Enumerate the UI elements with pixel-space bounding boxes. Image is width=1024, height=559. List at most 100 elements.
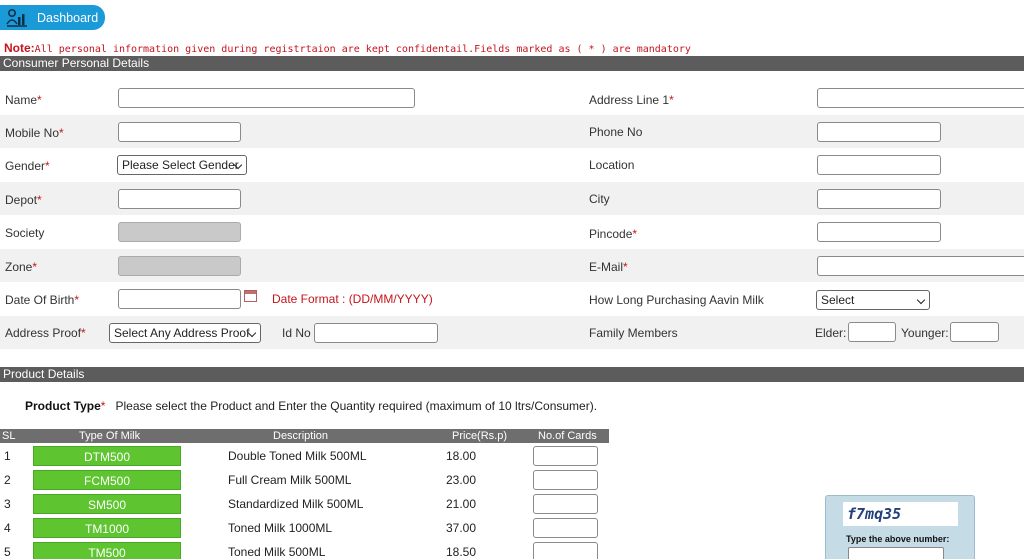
table-row: 1 DTM500 Double Toned Milk 500ML 18.00: [0, 444, 609, 468]
row-sl: 4: [4, 521, 11, 535]
dashboard-label: Dashboard: [37, 10, 99, 25]
product-description: Toned Milk 500ML: [228, 545, 326, 559]
product-price: 18.50: [446, 545, 477, 559]
product-section-header: Product Details: [0, 367, 1024, 382]
phone-label: Phone No: [589, 125, 643, 139]
cards-input[interactable]: [533, 470, 598, 490]
depot-label: Depot*: [5, 193, 42, 207]
email-input[interactable]: [817, 256, 1024, 276]
product-price: 18.00: [446, 449, 477, 463]
email-label: E-Mail*: [589, 260, 628, 274]
society-label: Society: [5, 226, 45, 240]
product-description: Standardized Milk 500ML: [228, 497, 364, 511]
id-no-input[interactable]: [314, 323, 438, 343]
product-type-line: Product Type* Please select the Product …: [25, 399, 598, 413]
purchasing-select[interactable]: Select: [816, 290, 930, 310]
product-instruction: Please select the Product and Enter the …: [115, 399, 598, 413]
form-row-mobile: Mobile No* Phone No: [0, 115, 1024, 148]
form-row-dob: Date Of Birth* Date Format : (DD/MM/YYYY…: [0, 282, 1024, 315]
calendar-icon[interactable]: [244, 290, 257, 302]
row-sl: 5: [4, 545, 11, 559]
product-description: Full Cream Milk 500ML: [228, 473, 352, 487]
location-input[interactable]: [817, 155, 941, 175]
purchasing-select-value: Select: [821, 293, 855, 307]
cards-input[interactable]: [533, 446, 598, 466]
table-row: 2 FCM500 Full Cream Milk 500ML 23.00: [0, 468, 609, 492]
name-input[interactable]: [118, 88, 415, 108]
personal-section-header: Consumer Personal Details: [0, 56, 1024, 71]
product-price: 21.00: [446, 497, 477, 511]
product-type-label: Product Type: [25, 399, 101, 413]
note-body: All personal information given during re…: [34, 44, 691, 55]
chevron-down-icon: [916, 295, 926, 305]
zone-input: [118, 256, 241, 276]
address-proof-select[interactable]: Select Any Address Proof: [109, 323, 261, 343]
form-row-gender: Gender* Please Select Gender Location: [0, 148, 1024, 181]
name-label: Name*: [5, 93, 42, 107]
form-row-address-proof: Address Proof* Select Any Address Proof …: [0, 316, 1024, 349]
address1-label: Address Line 1*: [589, 93, 674, 107]
table-row: 4 TM1000 Toned Milk 1000ML 37.00: [0, 516, 609, 540]
table-row: 5 TM500 Toned Milk 500ML 18.50: [0, 540, 609, 559]
city-input[interactable]: [817, 189, 941, 209]
gender-select[interactable]: Please Select Gender: [117, 155, 247, 175]
pincode-label: Pincode*: [589, 227, 638, 241]
product-code-button[interactable]: FCM500: [33, 470, 181, 490]
purchasing-label: How Long Purchasing Aavin Milk: [589, 293, 764, 307]
pincode-input[interactable]: [817, 222, 941, 242]
form-row-society: Society Pincode*: [0, 215, 1024, 248]
row-sl: 3: [4, 497, 11, 511]
id-no-label: Id No: [282, 326, 311, 340]
mobile-label: Mobile No*: [5, 126, 64, 140]
address-proof-select-value: Select Any Address Proof: [114, 326, 250, 340]
form-row-depot: Depot* City: [0, 182, 1024, 215]
cards-input[interactable]: [533, 494, 598, 514]
captcha-input[interactable]: [848, 547, 944, 559]
table-row: 3 SM500 Standardized Milk 500ML 21.00: [0, 492, 609, 516]
dashboard-button[interactable]: Dashboard: [0, 5, 105, 30]
dashboard-icon: [6, 8, 28, 28]
product-code-button[interactable]: TM1000: [33, 518, 181, 538]
elder-label: Elder:: [815, 326, 847, 340]
captcha-label: Type the above number:: [846, 534, 950, 544]
product-code-button[interactable]: DTM500: [33, 446, 181, 466]
col-description: Description: [273, 430, 329, 442]
dob-label: Date Of Birth*: [5, 293, 80, 307]
product-description: Double Toned Milk 500ML: [228, 449, 367, 463]
row-sl: 2: [4, 473, 11, 487]
family-members-label: Family Members: [589, 326, 678, 340]
product-code-button[interactable]: SM500: [33, 494, 181, 514]
phone-input[interactable]: [817, 122, 941, 142]
gender-label: Gender*: [5, 159, 50, 173]
younger-input[interactable]: [950, 322, 999, 342]
society-input: [118, 222, 241, 242]
address1-input[interactable]: [817, 88, 1024, 108]
note-text: Note:All personal information given duri…: [4, 41, 691, 55]
location-label: Location: [589, 158, 635, 172]
cards-input[interactable]: [533, 518, 598, 538]
col-price: Price(Rs.p): [452, 430, 508, 442]
product-price: 37.00: [446, 521, 477, 535]
elder-input[interactable]: [848, 322, 896, 342]
captcha-panel: f7mq35 Type the above number:: [825, 495, 975, 559]
col-type: Type Of Milk: [79, 430, 141, 442]
gender-select-value: Please Select Gender: [122, 158, 239, 172]
city-label: City: [589, 192, 610, 206]
mobile-input[interactable]: [118, 122, 241, 142]
col-sl: SL: [2, 430, 16, 442]
cards-input[interactable]: [533, 542, 598, 559]
product-table-header: SL Type Of Milk Description Price(Rs.p) …: [0, 429, 609, 443]
product-code-button[interactable]: TM500: [33, 542, 181, 559]
dob-input[interactable]: [118, 289, 241, 309]
zone-label: Zone*: [5, 260, 38, 274]
depot-input[interactable]: [118, 189, 241, 209]
address-proof-label: Address Proof*: [5, 326, 86, 340]
younger-label: Younger:: [901, 326, 949, 340]
col-cards: No.of Cards: [538, 430, 597, 442]
form-row-name: Name* Address Line 1*: [0, 82, 1024, 115]
product-price: 23.00: [446, 473, 477, 487]
captcha-image: f7mq35: [843, 502, 958, 526]
date-format-hint: Date Format : (DD/MM/YYYY): [272, 292, 433, 306]
row-sl: 1: [4, 449, 11, 463]
product-description: Toned Milk 1000ML: [228, 521, 333, 535]
